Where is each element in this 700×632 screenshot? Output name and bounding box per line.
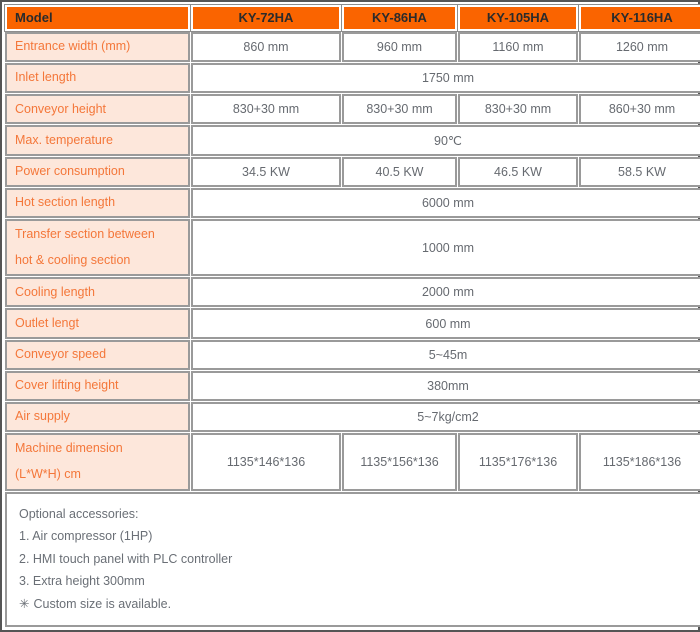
- row-label-cover-lifting-height: Cover lifting height: [5, 370, 190, 402]
- cell-machine-dimension-ky-86ha: 1135*156*136: [342, 433, 457, 491]
- notes-custom-size-text: Custom size is available.: [33, 596, 172, 611]
- row-label-machine-dimension-line2: (L*W*H) cm: [15, 467, 81, 482]
- cell-transfer-section-all-models: 1000 mm: [191, 218, 700, 277]
- cell-conveyor-height-ky-86ha: 830+30 mm: [342, 94, 457, 125]
- row-label-transfer-section: Transfer section between hot & cooling s…: [5, 218, 190, 277]
- table-header-row: Model KY-72HA KY-86HA KY-105HA KY-116HA: [4, 4, 700, 32]
- cell-machine-dimension-ky-105ha: 1135*176*136: [458, 433, 578, 491]
- table-footer-row: Optional accessories: 1. Air compressor …: [5, 491, 700, 627]
- row-label-transfer-section-line1: Transfer section between: [15, 226, 155, 241]
- row-label-machine-dimension-line1: Machine dimension: [15, 441, 123, 456]
- row-label-power-consumption: Power consumption: [5, 156, 190, 187]
- row-label-conveyor-height: Conveyor height: [5, 94, 190, 125]
- cell-entrance-width-ky-86ha: 960 mm: [342, 31, 457, 62]
- table-row: Conveyor speed 5~45m: [5, 339, 700, 370]
- cell-outlet-length-all-models: 600 mm: [191, 308, 700, 339]
- table-row: Cooling length 2000 mm: [5, 277, 700, 308]
- cell-cooling-length-all-models: 2000 mm: [191, 277, 700, 308]
- row-label-conveyor-speed: Conveyor speed: [5, 339, 190, 370]
- table-row: Conveyor height 830+30 mm 830+30 mm 830+…: [5, 94, 700, 125]
- row-label-entrance-width: Entrance width (mm): [5, 31, 190, 62]
- notes-item-1: 1. Air compressor (1HP): [19, 529, 153, 544]
- row-label-cooling-length: Cooling length: [5, 277, 190, 308]
- header-model-ky-72ha: KY-72HA: [190, 4, 342, 32]
- table-row: Entrance width (mm) 860 mm 960 mm 1160 m…: [5, 31, 700, 62]
- cell-conveyor-height-ky-72ha: 830+30 mm: [191, 94, 341, 125]
- cell-conveyor-height-ky-116ha: 860+30 mm: [579, 94, 700, 125]
- cell-entrance-width-ky-72ha: 860 mm: [191, 31, 341, 62]
- cell-max-temperature-all-models: 90℃: [191, 125, 700, 156]
- cell-conveyor-height-ky-105ha: 830+30 mm: [458, 94, 578, 125]
- header-model-ky-116ha: KY-116HA: [578, 4, 700, 32]
- optional-accessories-notes: Optional accessories: 1. Air compressor …: [5, 491, 700, 627]
- cell-cover-lifting-height-all-models: 380mm: [191, 370, 700, 402]
- table-row: Inlet length 1750 mm: [5, 62, 700, 94]
- table-row: Machine dimension (L*W*H) cm 1135*146*13…: [5, 433, 700, 491]
- row-label-inlet-length: Inlet length: [5, 62, 190, 94]
- table-row: Max. temperature 90℃: [5, 125, 700, 156]
- cell-power-consumption-ky-105ha: 46.5 KW: [458, 156, 578, 187]
- notes-custom-size: ✳ Custom size is available.: [17, 593, 693, 616]
- header-model-ky-86ha: KY-86HA: [341, 4, 458, 32]
- notes-item-2: 2. HMI touch panel with PLC controller: [19, 551, 233, 566]
- row-label-transfer-section-line2: hot & cooling section: [15, 253, 131, 268]
- cell-machine-dimension-ky-72ha: 1135*146*136: [191, 433, 341, 491]
- table-row: Outlet lengt 600 mm: [5, 308, 700, 339]
- cell-entrance-width-ky-105ha: 1160 mm: [458, 31, 578, 62]
- cell-machine-dimension-ky-116ha: 1135*186*136: [579, 433, 700, 491]
- table-row: Cover lifting height 380mm: [5, 370, 700, 402]
- header-model-ky-105ha: KY-105HA: [457, 4, 579, 32]
- cell-power-consumption-ky-72ha: 34.5 KW: [191, 156, 341, 187]
- notes-item-3: 3. Extra height 300mm: [19, 574, 145, 589]
- specification-table: Model KY-72HA KY-86HA KY-105HA KY-116HA …: [4, 4, 700, 628]
- cell-power-consumption-ky-116ha: 58.5 KW: [579, 156, 700, 187]
- table-row: Air supply 5~7kg/cm2: [5, 402, 700, 433]
- cell-conveyor-speed-all-models: 5~45m: [191, 339, 700, 370]
- cell-power-consumption-ky-86ha: 40.5 KW: [342, 156, 457, 187]
- row-label-max-temperature: Max. temperature: [5, 125, 190, 156]
- row-label-machine-dimension: Machine dimension (L*W*H) cm: [5, 433, 190, 491]
- asterisk-icon: ✳: [19, 596, 30, 611]
- row-label-air-supply: Air supply: [5, 402, 190, 433]
- cell-inlet-length-all-models: 1750 mm: [191, 62, 700, 94]
- table-row: Transfer section between hot & cooling s…: [5, 218, 700, 277]
- table-row: Power consumption 34.5 KW 40.5 KW 46.5 K…: [5, 156, 700, 187]
- notes-title: Optional accessories:: [19, 506, 139, 521]
- row-label-hot-section-length: Hot section length: [5, 187, 190, 218]
- cell-air-supply-all-models: 5~7kg/cm2: [191, 402, 700, 433]
- specification-table-container: Model KY-72HA KY-86HA KY-105HA KY-116HA …: [0, 0, 700, 632]
- row-label-outlet-length: Outlet lengt: [5, 308, 190, 339]
- table-row: Hot section length 6000 mm: [5, 187, 700, 218]
- cell-hot-section-length-all-models: 6000 mm: [191, 187, 700, 218]
- header-model-label: Model: [4, 4, 191, 32]
- cell-entrance-width-ky-116ha: 1260 mm: [579, 31, 700, 62]
